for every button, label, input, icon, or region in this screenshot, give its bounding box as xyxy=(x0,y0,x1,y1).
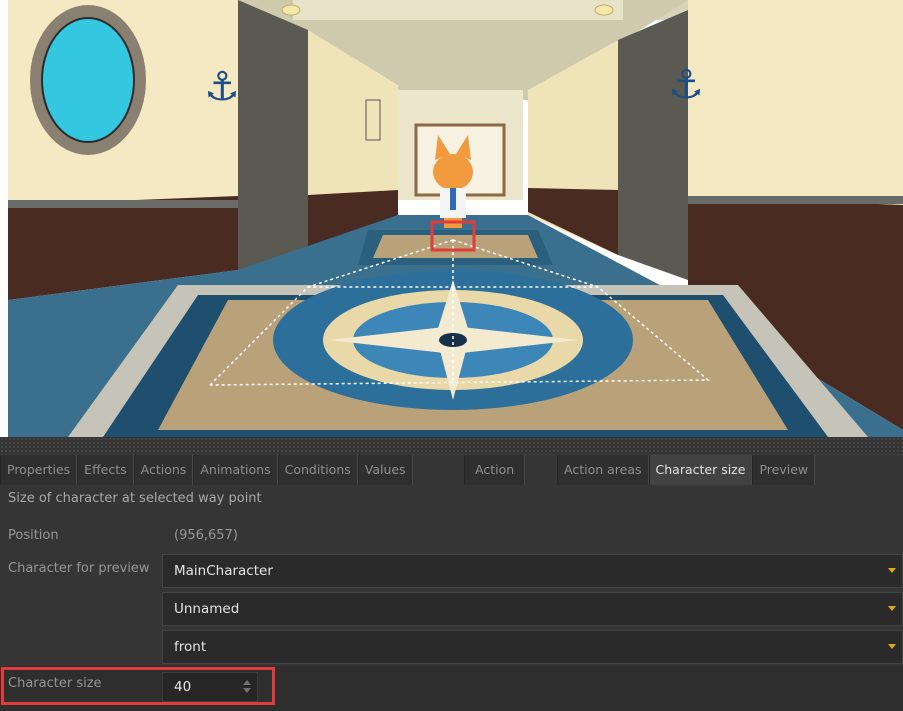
tab-action[interactable]: Action xyxy=(464,455,526,485)
svg-text:⚓: ⚓ xyxy=(668,62,704,108)
character-select-value: MainCharacter xyxy=(174,563,273,579)
tab-action-areas[interactable]: Action areas xyxy=(557,455,649,485)
spin-arrows-icon[interactable] xyxy=(243,680,251,694)
character-preview-label: Character for preview xyxy=(8,561,150,576)
direction-select-value: front xyxy=(174,639,207,655)
tab-effects[interactable]: Effects xyxy=(77,455,134,485)
character-size-label: Character size xyxy=(8,676,102,691)
scene-canvas[interactable]: ⚓ ⚓ xyxy=(8,0,903,437)
chevron-down-icon xyxy=(888,606,896,611)
tab-animations[interactable]: Animations xyxy=(193,455,278,485)
character-select[interactable]: MainCharacter xyxy=(162,554,903,588)
direction-select[interactable]: front xyxy=(162,630,903,664)
panel-splitter[interactable] xyxy=(0,437,903,455)
tab-actions[interactable]: Actions xyxy=(133,455,194,485)
tab-properties[interactable]: Properties xyxy=(0,455,78,485)
properties-panel: Properties Effects Actions Animations Co… xyxy=(0,455,903,711)
position-label: Position xyxy=(8,528,59,543)
outfit-select-value: Unnamed xyxy=(174,601,240,617)
character-size-value: 40 xyxy=(174,679,192,695)
tab-bar-middle: Action xyxy=(464,455,526,485)
chevron-down-icon xyxy=(888,568,896,573)
tab-preview[interactable]: Preview xyxy=(752,455,816,485)
character-size-spinbox[interactable]: 40 xyxy=(162,672,258,702)
chevron-down-icon xyxy=(888,644,896,649)
editor-window: ⚓ ⚓ Properties Effects Actions Animation… xyxy=(0,0,903,711)
tab-bar-left: Properties Effects Actions Animations Co… xyxy=(0,455,413,485)
position-value: (956,657) xyxy=(174,528,238,543)
tab-character-size[interactable]: Character size xyxy=(648,455,753,485)
outfit-select[interactable]: Unnamed xyxy=(162,592,903,626)
tab-values[interactable]: Values xyxy=(357,455,413,485)
section-description: Size of character at selected way point xyxy=(8,491,262,506)
svg-text:⚓: ⚓ xyxy=(204,64,240,110)
tab-bar-right: Action areas Character size Preview xyxy=(557,455,816,485)
character-size-row xyxy=(0,666,903,711)
tab-conditions[interactable]: Conditions xyxy=(277,455,358,485)
